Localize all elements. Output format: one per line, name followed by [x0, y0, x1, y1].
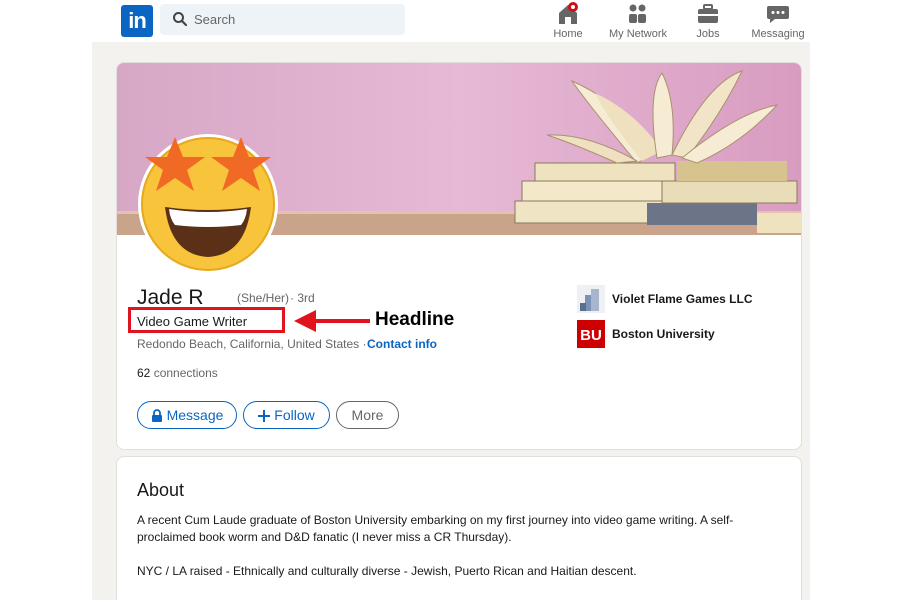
- about-title: About: [137, 480, 185, 500]
- briefcase-icon: [698, 4, 718, 23]
- about-card: About A recent Cum Laude graduate of Bos…: [116, 456, 802, 600]
- lock-icon: [151, 409, 162, 422]
- nav-messaging-label: Messaging: [751, 28, 805, 40]
- connections-label: connections: [153, 366, 218, 380]
- nav-home[interactable]: Home: [533, 2, 603, 40]
- headline-highlight-box: [128, 307, 285, 333]
- messaging-icon: [767, 6, 789, 23]
- school-logo-text: BU: [580, 327, 602, 344]
- plus-icon: [258, 410, 271, 422]
- nav-home-label: Home: [553, 28, 583, 40]
- page: in Search Home My Network Jobs Messaging…: [0, 0, 900, 600]
- nav-my-network-label: My Network: [608, 28, 668, 40]
- nav-my-network[interactable]: My Network: [603, 2, 673, 40]
- annotation-label: Headline: [375, 309, 455, 330]
- nav-jobs-label: Jobs: [696, 28, 720, 40]
- message-button[interactable]: Message: [137, 401, 237, 429]
- nav-jobs[interactable]: Jobs: [673, 2, 743, 40]
- profile-card: Jade R (She/Her) · 3rd Video Game Writer…: [116, 62, 802, 450]
- school-logo-icon: BU: [577, 320, 605, 348]
- connections-number: 62: [137, 366, 151, 380]
- linkedin-logo[interactable]: in: [121, 5, 153, 37]
- connections-count[interactable]: 62 connections: [137, 366, 218, 380]
- search-icon: [173, 12, 188, 27]
- profile-pronouns: (She/Her): [237, 291, 290, 305]
- search-bar[interactable]: Search: [160, 4, 405, 35]
- network-icon: [629, 4, 646, 23]
- search-input[interactable]: Search: [194, 12, 235, 27]
- nav-messaging[interactable]: Messaging: [743, 2, 813, 40]
- contact-info-link[interactable]: Contact info: [367, 337, 437, 351]
- about-paragraph: A recent Cum Laude graduate of Boston Un…: [137, 513, 734, 544]
- message-button-label: Message: [166, 407, 224, 423]
- avatar[interactable]: [137, 133, 279, 275]
- about-paragraph: NYC / LA raised - Ethnically and cultura…: [137, 564, 637, 578]
- profile-location: Redondo Beach, California, United States…: [137, 337, 367, 351]
- follow-button-label: Follow: [274, 407, 315, 423]
- about-text: A recent Cum Laude graduate of Boston Un…: [137, 512, 767, 597]
- home-icon: [559, 2, 578, 24]
- more-button[interactable]: More: [336, 401, 399, 429]
- top-nav: in Search Home My Network Jobs Messaging: [0, 0, 900, 42]
- org-education-name: Boston University: [612, 327, 715, 341]
- company-logo-icon: [577, 285, 605, 313]
- follow-button[interactable]: Follow: [243, 401, 330, 429]
- connection-degree: · 3rd: [290, 291, 315, 305]
- annotation-arrow-icon: [294, 310, 370, 332]
- org-current-company-name: Violet Flame Games LLC: [612, 292, 753, 306]
